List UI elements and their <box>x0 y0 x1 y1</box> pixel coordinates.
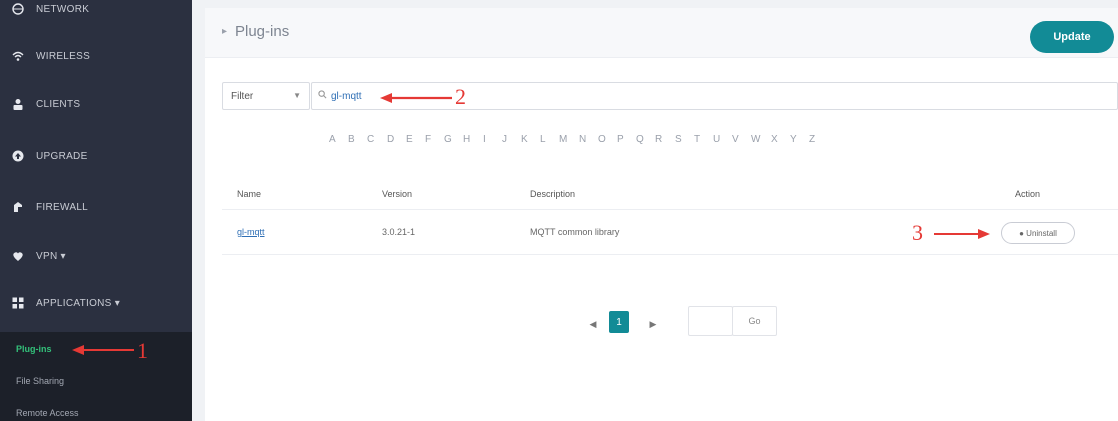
col-header-description[interactable]: Description <box>530 189 575 199</box>
submenu-item-remote-access[interactable]: Remote Access <box>16 408 79 418</box>
annotation-step-3: 3 <box>912 220 923 245</box>
alphabet-letter-u[interactable]: U <box>713 134 720 145</box>
alphabet-letter-a[interactable]: A <box>329 134 336 145</box>
search-input-value: gl-mqtt <box>331 90 362 102</box>
sidebar-item-wireless[interactable]: WIRELESS <box>0 41 192 71</box>
alphabet-letter-e[interactable]: E <box>406 134 413 145</box>
pager-prev-icon[interactable]: ◀ <box>584 311 602 337</box>
upgrade-icon <box>12 150 24 162</box>
filter-select[interactable]: Filter ▼ <box>222 82 310 110</box>
sidebar-item-firewall[interactable]: FIREWALL <box>0 192 192 222</box>
alphabet-letter-k[interactable]: K <box>521 134 528 145</box>
alphabet-letter-h[interactable]: H <box>463 134 470 145</box>
sidebar-item-label: UPGRADE <box>36 150 88 162</box>
sidebar-item-label: WIRELESS <box>36 50 91 62</box>
annotation-arrow-1 <box>72 345 134 355</box>
col-header-version[interactable]: Version <box>382 189 412 199</box>
annotation-step-1: 1 <box>137 338 148 363</box>
annotation-arrow-3 <box>934 229 990 239</box>
alphabet-letter-z[interactable]: Z <box>809 134 815 145</box>
sidebar-item-label: VPN ▾ <box>36 250 66 262</box>
firewall-icon <box>12 201 24 213</box>
alphabet-letter-n[interactable]: N <box>579 134 586 145</box>
sidebar-item-label: APPLICATIONS ▾ <box>36 297 121 309</box>
alphabet-letter-f[interactable]: F <box>425 134 431 145</box>
search-icon <box>318 90 327 102</box>
col-header-action: Action <box>1015 189 1041 199</box>
alphabet-letter-x[interactable]: X <box>771 134 778 145</box>
alphabet-letter-t[interactable]: T <box>694 134 700 145</box>
alphabet-letter-c[interactable]: C <box>367 134 374 145</box>
breadcrumb-arrow-icon: ▸ <box>222 26 228 37</box>
alphabet-letter-l[interactable]: L <box>540 134 546 145</box>
alphabet-letter-s[interactable]: S <box>675 134 682 145</box>
submenu-item-plugins[interactable]: Plug-ins <box>16 344 52 354</box>
plugin-version: 3.0.21-1 <box>382 227 416 237</box>
alphabet-letter-p[interactable]: P <box>617 134 624 145</box>
submenu-item-file-sharing[interactable]: File Sharing <box>16 376 64 386</box>
annotation-step-2: 2 <box>455 84 466 109</box>
sidebar-item-applications[interactable]: APPLICATIONS ▾ <box>0 288 192 318</box>
alphabet-letter-b[interactable]: B <box>348 134 355 145</box>
alphabet-letter-i[interactable]: I <box>483 134 486 145</box>
alphabet-letter-v[interactable]: V <box>732 134 739 145</box>
pager-current-page[interactable]: 1 <box>609 311 629 333</box>
annotation-arrow-2 <box>380 93 452 103</box>
alphabet-letter-w[interactable]: W <box>751 134 760 145</box>
alphabet-letter-j[interactable]: J <box>502 134 507 145</box>
alphabet-letter-o[interactable]: O <box>598 134 606 145</box>
page-header: ▸ Plug-ins Update <box>205 8 1118 58</box>
page-title: Plug-ins <box>235 23 290 40</box>
sidebar-item-clients[interactable]: CLIENTS <box>0 89 192 119</box>
table-header: Name Version Description Action <box>222 178 1118 210</box>
user-icon <box>12 98 24 110</box>
filter-select-value: Filter <box>231 90 254 102</box>
sidebar-item-label: NETWORK <box>36 3 90 15</box>
app-root: NETWORK WIRELESS CLIENTS UPGRADE FIREWAL… <box>0 0 1118 421</box>
alphabet-letter-r[interactable]: R <box>655 134 662 145</box>
col-header-name[interactable]: Name <box>237 189 261 199</box>
page-jump-input[interactable] <box>688 306 733 336</box>
chevron-down-icon: ▼ <box>293 91 301 100</box>
uninstall-button[interactable]: ● Uninstall <box>1001 222 1075 244</box>
alphabet-letter-g[interactable]: G <box>444 134 452 145</box>
main-panel: ▸ Plug-ins Update Filter ▼ gl-mqtt A B C D E… <box>205 8 1118 421</box>
go-button[interactable]: Go <box>732 306 777 336</box>
alphabet-letter-d[interactable]: D <box>387 134 394 145</box>
grid-icon <box>12 297 24 309</box>
plugin-description: MQTT common library <box>530 227 620 237</box>
sidebar-item-upgrade[interactable]: UPGRADE <box>0 141 192 171</box>
plugin-name-link[interactable]: gl-mqtt <box>237 227 265 237</box>
sidebar-item-network[interactable]: NETWORK <box>0 0 192 24</box>
update-button[interactable]: Update <box>1030 21 1114 53</box>
vpn-icon <box>12 250 24 262</box>
alphabet-letter-q[interactable]: Q <box>636 134 644 145</box>
pager-next-icon[interactable]: ▶ <box>644 311 662 337</box>
sidebar-item-vpn[interactable]: VPN ▾ <box>0 241 192 271</box>
globe-icon <box>12 3 24 15</box>
alphabet-letter-y[interactable]: Y <box>790 134 797 145</box>
sidebar-item-label: FIREWALL <box>36 201 89 213</box>
sidebar-item-label: CLIENTS <box>36 98 81 110</box>
alphabet-letter-m[interactable]: M <box>559 134 567 145</box>
wifi-icon <box>12 50 24 62</box>
